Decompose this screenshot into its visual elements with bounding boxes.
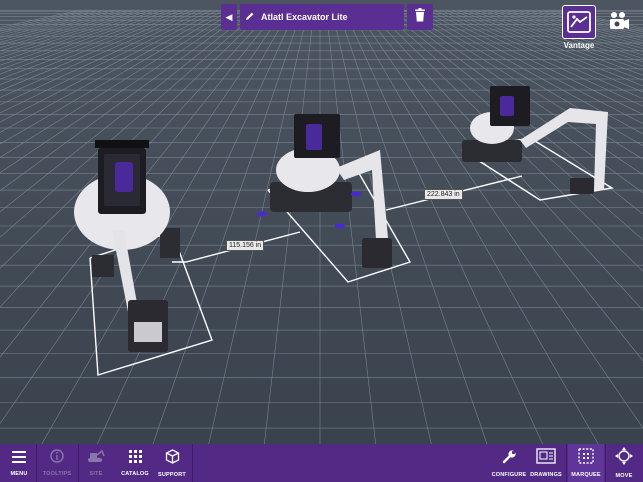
camera-icon [608, 10, 630, 37]
support-label: SUPPORT [158, 471, 186, 478]
bottom-toolbar: MENU TOOLTIPS SITE CATALOG SUPPORT CONFI… [0, 444, 643, 482]
menu-label: MENU [10, 470, 28, 477]
move-icon [615, 447, 633, 470]
marquee-button[interactable]: MARQUEE [568, 444, 604, 482]
vantage-icon [562, 5, 596, 39]
separator [566, 444, 567, 482]
project-title: Atlatl Excavator Lite [261, 12, 348, 22]
info-icon [50, 449, 64, 468]
wrench-icon [502, 449, 517, 469]
support-button[interactable]: SUPPORT [155, 444, 189, 482]
configure-label: CONFIGURE [491, 471, 527, 478]
title-field[interactable]: Atlatl Excavator Lite [240, 4, 404, 30]
grid-icon [128, 449, 142, 468]
separator [605, 444, 606, 482]
drawings-icon [536, 448, 556, 469]
catalog-label: CATALOG [121, 470, 149, 477]
camera-button[interactable] [607, 11, 631, 35]
measurement-label-1: 115.156 in [226, 240, 265, 251]
separator [36, 444, 37, 482]
configure-button[interactable]: CONFIGURE [490, 444, 528, 482]
drawings-label: DRAWINGS [530, 472, 562, 478]
marquee-icon [578, 448, 594, 469]
pencil-icon [245, 11, 255, 23]
excavator-icon [87, 449, 105, 468]
measurement-label-2: 222.843 in [424, 189, 463, 200]
move-button[interactable]: MOVE [607, 444, 641, 482]
catalog-button[interactable]: CATALOG [118, 444, 152, 482]
separator [192, 444, 193, 482]
chevron-left-icon: ◀ [225, 11, 233, 22]
viewport-scene[interactable] [0, 0, 643, 482]
trash-icon [414, 7, 426, 27]
tooltips-button[interactable]: TOOLTIPS [38, 444, 76, 482]
hamburger-icon [12, 450, 26, 468]
move-label: MOVE [615, 473, 633, 479]
site-label: SITE [89, 471, 103, 477]
cube-icon [165, 448, 180, 469]
vantage-label: Vantage [563, 41, 595, 50]
marquee-label: MARQUEE [571, 472, 601, 478]
site-button[interactable]: SITE [80, 444, 112, 482]
title-bar: ◀ Atlatl Excavator Lite [221, 4, 433, 30]
menu-button[interactable]: MENU [3, 444, 35, 482]
back-button[interactable]: ◀ [221, 4, 237, 30]
separator [78, 444, 79, 482]
vantage-button[interactable]: Vantage [561, 5, 597, 53]
tooltips-label: TOOLTIPS [42, 471, 72, 477]
drawings-button[interactable]: DRAWINGS [529, 444, 563, 482]
delete-button[interactable] [407, 4, 433, 30]
